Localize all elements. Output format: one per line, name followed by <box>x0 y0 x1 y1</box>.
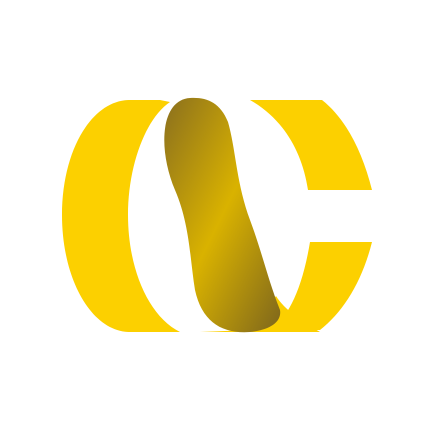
interlocking-oc-ribbon-icon <box>62 97 372 333</box>
logo-canvas <box>0 0 434 434</box>
twisted-band-shape <box>164 97 281 333</box>
left-ribbon-shape <box>62 100 180 332</box>
